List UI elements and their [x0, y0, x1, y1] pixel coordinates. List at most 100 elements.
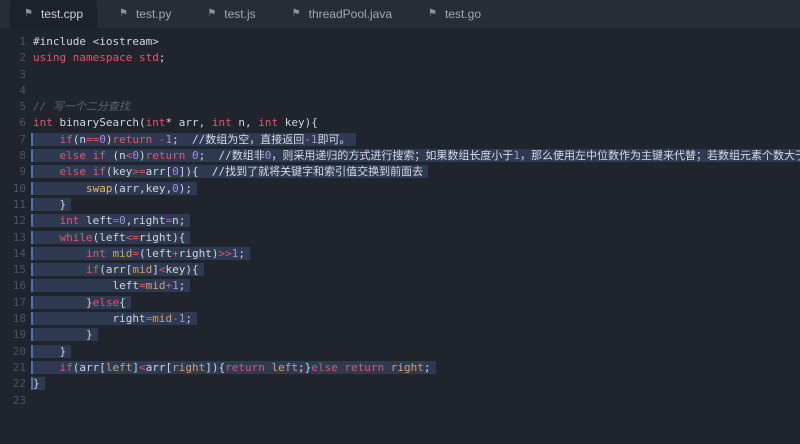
tab-test-py[interactable]: ⚑ test.py — [105, 0, 185, 28]
line-number: 20 — [0, 344, 33, 360]
code-line: 14 int mid=(left+right)>>1; — [0, 246, 800, 262]
tab-label: test.js — [224, 7, 255, 21]
tab-test-go[interactable]: ⚑ test.go — [414, 0, 495, 28]
code-line: 12 int left=0,right=n; — [0, 213, 800, 229]
file-flag-icon: ⚑ — [428, 9, 437, 19]
selection-highlight: int left=0,right=n; — [33, 214, 190, 227]
code-line: 15 if(arr[mid]<key){ — [0, 262, 800, 278]
code-line: 5// 写一个二分查找 — [0, 99, 800, 115]
code-line: 10 swap(arr,key,0); — [0, 181, 800, 197]
line-number: 22 — [0, 376, 33, 392]
selection-highlight: swap(arr,key,0); — [33, 182, 197, 195]
line-number: 18 — [0, 311, 33, 327]
code-line: 17 }else{ — [0, 295, 800, 311]
code-editor: 1#include <iostream>2using namespace std… — [0, 28, 800, 409]
line-number: 4 — [0, 83, 33, 99]
code-line: 20 } — [0, 344, 800, 360]
code-line: 4 — [0, 83, 800, 99]
code-line: 7 if(n==0)return -1; //数组为空，直接返回-1即可。 — [0, 132, 800, 148]
code-line: 23 — [0, 393, 800, 409]
selection-highlight: else if (n<0)return 0; //数组非0，则采用递归的方式进行… — [33, 149, 800, 162]
code-text: else if(key>=arr[0]){ //找到了就将关键字和索引值交换到前… — [33, 164, 428, 180]
code-line: 16 left=mid+1; — [0, 278, 800, 294]
code-text: // 写一个二分查找 — [33, 99, 130, 115]
code-line: 2using namespace std; — [0, 50, 800, 66]
line-number: 12 — [0, 213, 33, 229]
code-text: right=mid-1; — [33, 311, 197, 327]
code-line: 9 else if(key>=arr[0]){ //找到了就将关键字和索引值交换… — [0, 164, 800, 180]
tab-test-cpp[interactable]: ⚑ test.cpp — [10, 0, 97, 28]
line-number: 15 — [0, 262, 33, 278]
selection-highlight: if(arr[mid]<key){ — [33, 263, 204, 276]
code-text: left=mid+1; — [33, 278, 190, 294]
code-line: 19 } — [0, 327, 800, 343]
tab-label: test.cpp — [41, 7, 83, 21]
code-text: } — [33, 197, 71, 213]
selection-highlight: } — [33, 345, 71, 358]
code-text: }else{ — [33, 295, 131, 311]
tab-label: test.go — [445, 7, 481, 21]
code-line: 22} — [0, 376, 800, 392]
selection-highlight: }else{ — [33, 296, 131, 309]
tab-bar: ⚑ test.cpp ⚑ test.py ⚑ test.js ⚑ threadPool.jav… — [0, 0, 800, 28]
tab-label: threadPool.java — [309, 7, 392, 21]
code-line: 11 } — [0, 197, 800, 213]
code-text: } — [33, 327, 98, 343]
line-number: 7 — [0, 132, 33, 148]
selection-highlight: } — [33, 377, 45, 390]
code-text: if(arr[mid]<key){ — [33, 262, 204, 278]
line-number: 6 — [0, 115, 33, 131]
selection-highlight: } — [33, 198, 71, 211]
code-line: 13 while(left<=right){ — [0, 230, 800, 246]
line-number: 14 — [0, 246, 33, 262]
line-number: 16 — [0, 278, 33, 294]
code-text: } — [33, 376, 45, 392]
line-number: 5 — [0, 99, 33, 115]
file-flag-icon: ⚑ — [207, 9, 216, 19]
line-number: 3 — [0, 67, 33, 83]
code-line: 18 right=mid-1; — [0, 311, 800, 327]
selection-highlight: if(arr[left]<arr[right]){return left;}el… — [33, 361, 436, 374]
selection-highlight: left=mid+1; — [33, 279, 190, 292]
file-flag-icon: ⚑ — [24, 9, 33, 19]
line-number: 10 — [0, 181, 33, 197]
line-number: 21 — [0, 360, 33, 376]
code-text: swap(arr,key,0); — [33, 181, 197, 197]
selection-highlight: int mid=(left+right)>>1; — [33, 247, 250, 260]
line-number: 17 — [0, 295, 33, 311]
code-text: while(left<=right){ — [33, 230, 190, 246]
tab-threadPool-java[interactable]: ⚑ threadPool.java — [278, 0, 406, 28]
code-text: } — [33, 344, 71, 360]
code-line: 21 if(arr[left]<arr[right]){return left;… — [0, 360, 800, 376]
selection-highlight: while(left<=right){ — [33, 231, 190, 244]
selection-highlight: else if(key>=arr[0]){ //找到了就将关键字和索引值交换到前… — [33, 165, 428, 178]
code-line: 8 else if (n<0)return 0; //数组非0，则采用递归的方式… — [0, 148, 800, 164]
line-number: 13 — [0, 230, 33, 246]
code-text: #include <iostream> — [33, 34, 159, 50]
code-text: int mid=(left+right)>>1; — [33, 246, 250, 262]
selection-highlight: right=mid-1; — [33, 312, 197, 325]
code-text: int left=0,right=n; — [33, 213, 190, 229]
line-number: 11 — [0, 197, 33, 213]
tab-test-js[interactable]: ⚑ test.js — [193, 0, 269, 28]
code-line: 3 — [0, 67, 800, 83]
file-flag-icon: ⚑ — [292, 9, 301, 19]
code-line: 6int binarySearch(int* arr, int n, int k… — [0, 115, 800, 131]
line-number: 19 — [0, 327, 33, 343]
code-text: else if (n<0)return 0; //数组非0，则采用递归的方式进行… — [33, 148, 800, 164]
code-text: if(arr[left]<arr[right]){return left;}el… — [33, 360, 436, 376]
line-number: 23 — [0, 393, 33, 409]
tab-label: test.py — [136, 7, 171, 21]
code-line: 1#include <iostream> — [0, 34, 800, 50]
selection-highlight: } — [33, 328, 98, 341]
code-text: using namespace std; — [33, 50, 165, 66]
line-number: 1 — [0, 34, 33, 50]
code-text: int binarySearch(int* arr, int n, int ke… — [33, 115, 318, 131]
code-area: 1#include <iostream>2using namespace std… — [0, 34, 800, 409]
selection-highlight: if(n==0)return -1; //数组为空，直接返回-1即可。 — [33, 133, 356, 146]
code-text: if(n==0)return -1; //数组为空，直接返回-1即可。 — [33, 132, 356, 148]
line-number: 2 — [0, 50, 33, 66]
line-number: 8 — [0, 148, 33, 164]
file-flag-icon: ⚑ — [119, 9, 128, 19]
line-number: 9 — [0, 164, 33, 180]
